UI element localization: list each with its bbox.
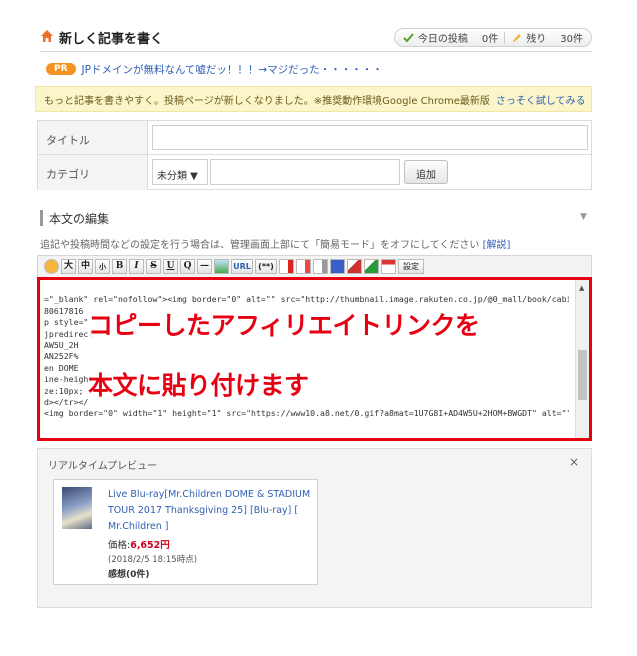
italic-button[interactable]: I	[129, 259, 144, 274]
realtime-preview: リアルタイムプレビュー × Live Blu-ray[Mr.Children D…	[37, 448, 592, 608]
notice-bar: もっと記事を書きやすく。投稿ページが新しくなりました。※推奨動作環境Google…	[35, 86, 592, 112]
editor-scrollbar[interactable]: ▲	[575, 280, 589, 438]
product-thumbnail[interactable]	[62, 487, 92, 529]
strike-button[interactable]: S	[146, 259, 161, 274]
body-section-note: 追記や投稿時間などの設定を行う場合は、管理画面上部にて「簡易モード」をオフにして…	[40, 240, 511, 251]
explain-link[interactable]: [解説]	[483, 240, 511, 251]
review-link[interactable]: 感想(0件)	[108, 567, 150, 580]
quote-button[interactable]: Q	[180, 259, 195, 274]
category-row: カテゴリ 未分類 ▼ 追加	[38, 155, 591, 190]
settings-button[interactable]: 設定	[398, 259, 424, 274]
font-small-button[interactable]: 小	[95, 259, 110, 274]
font-large-button[interactable]: 大	[61, 259, 76, 274]
annotation-line-1: コピーしたアフィリエイトリンクを	[88, 306, 480, 342]
emoji-icon[interactable]	[44, 259, 59, 274]
title-label: タイトル	[38, 121, 148, 154]
code-line: <img border="0" width="1" height="1" src…	[44, 408, 569, 419]
title-row: タイトル	[38, 121, 591, 155]
body-editor[interactable]: ="_blank" rel="nofollow"><img border="0"…	[37, 277, 592, 441]
product-name-link[interactable]: Live Blu-ray[Mr.Children DOME & STADIUM …	[108, 487, 313, 535]
add-category-button[interactable]: 追加	[404, 160, 448, 184]
pencil-icon	[513, 34, 522, 42]
page-title: 新しく記事を書く	[59, 32, 164, 47]
pr-banner[interactable]: PR JPドメインが無料なんて嘘だッ！！！→マジだった・・・・・・	[46, 62, 383, 76]
remain-count: 30件	[560, 34, 583, 45]
page-header: 新しく記事を書く 今日の投稿 0件 残り 30件	[40, 26, 592, 52]
close-icon[interactable]: ×	[569, 455, 579, 469]
bgcolor-icon[interactable]	[296, 259, 311, 274]
bold-button[interactable]: B	[112, 259, 127, 274]
product-price: 価格:6,652円	[108, 540, 170, 551]
pr-link[interactable]: JPドメインが無料なんて嘘だッ！！！→マジだった・・・・・・	[82, 62, 383, 77]
home-icon[interactable]	[40, 29, 54, 43]
price-date: (2018/2/5 18:15時点)	[108, 555, 198, 565]
notice-try-link[interactable]: さっそく試してみる	[496, 92, 586, 107]
today-label: 今日の投稿	[417, 34, 468, 45]
calendar-icon[interactable]	[381, 259, 396, 274]
image-icon[interactable]	[214, 259, 229, 274]
category-select[interactable]: 未分類 ▼	[152, 159, 208, 185]
body-section-title: 本文の編集	[40, 210, 109, 226]
code-line: ="_blank" rel="nofollow"><img border="0"…	[44, 294, 569, 305]
url-button[interactable]: URL	[231, 259, 253, 274]
notice-text: もっと記事を書きやすく。投稿ページが新しくなりました。※推奨動作環境Google…	[44, 95, 490, 107]
affiliate-card: Live Blu-ray[Mr.Children DOME & STADIUM …	[53, 479, 318, 585]
underline-button[interactable]: U	[163, 259, 178, 274]
scroll-up-icon[interactable]: ▲	[579, 284, 584, 292]
font-medium-button[interactable]: 中	[78, 259, 93, 274]
title-input[interactable]	[152, 125, 588, 150]
editor-toolbar: 大 中 小 B I S U Q — URL (**) 設定	[37, 255, 592, 277]
post-form: タイトル カテゴリ 未分類 ▼ 追加	[37, 120, 592, 190]
emoticon-button[interactable]: (**)	[255, 259, 277, 274]
pr-badge: PR	[46, 63, 76, 75]
category-label: カテゴリ	[38, 155, 148, 190]
code-line: AN252F%	[44, 351, 79, 362]
blog-parts-icon[interactable]	[330, 259, 345, 274]
new-category-input[interactable]	[210, 159, 400, 185]
scroll-thumb[interactable]	[578, 350, 587, 400]
collapse-arrow-icon[interactable]: ▼	[580, 212, 587, 222]
today-count: 0件	[481, 34, 499, 45]
price-value: 6,652円	[130, 540, 170, 551]
table-icon[interactable]	[313, 259, 328, 274]
preview-title: リアルタイムプレビュー	[48, 461, 158, 472]
post-stats: 今日の投稿 0件 残り 30件	[393, 28, 592, 47]
edit-icon[interactable]	[347, 259, 362, 274]
annotation-line-2: 本文に貼り付けます	[88, 366, 309, 402]
remain-label: 残り	[526, 34, 547, 45]
hr-button[interactable]: —	[197, 259, 212, 274]
color-icon[interactable]	[279, 259, 294, 274]
check-icon	[403, 33, 414, 43]
check-icon-button[interactable]	[364, 259, 379, 274]
